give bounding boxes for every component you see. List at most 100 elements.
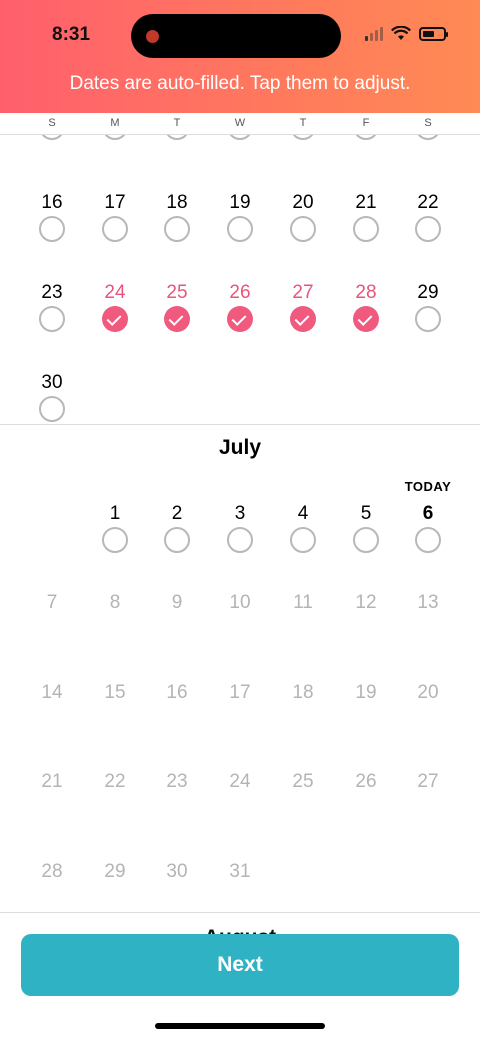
day-number: 3 (234, 503, 246, 524)
day-checkbox[interactable] (353, 216, 379, 242)
weekday-label: M (110, 117, 120, 129)
day-cell-disabled: 7 (22, 592, 82, 614)
day-cell-disabled: 17 (210, 682, 270, 704)
header: 8:31 Dates are auto-filled. Tap them to … (0, 0, 480, 113)
day-number: 9 (171, 592, 183, 613)
weekday-label: W (234, 117, 246, 129)
day-cell[interactable]: 18 (147, 192, 207, 242)
day-number: 21 (355, 192, 377, 213)
checkmark-icon[interactable] (353, 306, 379, 332)
day-cell-disabled: 19 (336, 682, 396, 704)
day-number: 16 (41, 192, 63, 213)
checkmark-icon[interactable] (102, 306, 128, 332)
day-number: 26 (229, 282, 251, 303)
day-cell[interactable]: 1 (85, 503, 145, 553)
day-number: 17 (229, 682, 251, 703)
day-checkbox[interactable] (290, 216, 316, 242)
day-cell-disabled: 8 (85, 592, 145, 614)
day-number: 29 (417, 282, 439, 303)
day-cell[interactable]: 23 (22, 282, 82, 332)
day-number: 6 (422, 503, 434, 524)
day-cell[interactable]: 3 (210, 503, 270, 553)
day-number: 25 (292, 771, 314, 792)
day-cell-selected[interactable]: 26 (210, 282, 270, 332)
checkmark-icon[interactable] (164, 306, 190, 332)
day-number: 10 (229, 592, 251, 613)
day-cell[interactable]: 29 (398, 282, 458, 332)
day-checkbox[interactable] (227, 216, 253, 242)
day-checkbox[interactable] (227, 527, 253, 553)
day-checkbox[interactable] (102, 527, 128, 553)
day-checkbox[interactable] (290, 527, 316, 553)
day-cell-disabled: 31 (210, 861, 270, 883)
weekday-label: F (362, 117, 370, 129)
day-cell-disabled: 27 (398, 771, 458, 793)
next-button[interactable]: Next (21, 934, 459, 996)
day-number: 20 (292, 192, 314, 213)
day-checkbox[interactable] (415, 216, 441, 242)
weekday-header: S M T W T F S (0, 113, 480, 135)
day-cell-selected[interactable]: 28 (336, 282, 396, 332)
day-cell-selected[interactable]: 27 (273, 282, 333, 332)
day-number: 18 (166, 192, 188, 213)
day-checkbox[interactable] (39, 396, 65, 422)
checkmark-icon[interactable] (290, 306, 316, 332)
day-cell[interactable]: 19 (210, 192, 270, 242)
day-cell[interactable]: 4 (273, 503, 333, 553)
day-cell-selected[interactable]: 24 (85, 282, 145, 332)
day-cell[interactable]: 17 (85, 192, 145, 242)
month-divider (0, 424, 480, 425)
day-cell-disabled: 9 (147, 592, 207, 614)
day-number: 19 (355, 682, 377, 703)
checkmark-icon[interactable] (227, 306, 253, 332)
day-checkbox[interactable] (102, 216, 128, 242)
status-icons (365, 26, 448, 41)
day-cell-disabled: 14 (22, 682, 82, 704)
day-number: 30 (41, 372, 63, 393)
day-cell-disabled: 24 (210, 771, 270, 793)
day-cell-disabled: 16 (147, 682, 207, 704)
day-number: 24 (104, 282, 126, 303)
day-cell-today[interactable]: 6 (398, 503, 458, 553)
day-cell-disabled: 11 (273, 592, 333, 614)
day-checkbox[interactable] (415, 306, 441, 332)
month-divider (0, 912, 480, 913)
recording-indicator-icon (146, 30, 159, 43)
day-cell-disabled: 12 (336, 592, 396, 614)
day-cell-selected[interactable]: 25 (147, 282, 207, 332)
wifi-icon (391, 26, 411, 40)
day-checkbox[interactable] (415, 527, 441, 553)
day-cell[interactable]: 22 (398, 192, 458, 242)
day-cell[interactable]: 20 (273, 192, 333, 242)
day-number: 20 (417, 682, 439, 703)
day-cell[interactable]: 2 (147, 503, 207, 553)
day-checkbox[interactable] (164, 216, 190, 242)
weekday-label: S (424, 117, 432, 129)
day-cell-disabled: 30 (147, 861, 207, 883)
day-number: 22 (417, 192, 439, 213)
day-cell[interactable]: 5 (336, 503, 396, 553)
day-number: 29 (104, 861, 126, 882)
day-cell-disabled: 26 (336, 771, 396, 793)
home-indicator (155, 1023, 325, 1029)
day-cell-disabled: 21 (22, 771, 82, 793)
day-cell-disabled: 23 (147, 771, 207, 793)
day-cell[interactable]: 16 (22, 192, 82, 242)
day-number: 4 (297, 503, 309, 524)
day-number: 15 (104, 682, 126, 703)
day-cell-disabled: 13 (398, 592, 458, 614)
day-number: 25 (166, 282, 188, 303)
day-checkbox[interactable] (353, 527, 379, 553)
day-checkbox[interactable] (164, 527, 190, 553)
day-cell-disabled: 20 (398, 682, 458, 704)
day-cell-disabled: 15 (85, 682, 145, 704)
status-time: 8:31 (52, 24, 91, 45)
day-number: 8 (109, 592, 121, 613)
month-title: July (218, 436, 262, 459)
day-number: 31 (229, 861, 251, 882)
day-cell[interactable]: 30 (22, 372, 82, 422)
day-checkbox[interactable] (39, 306, 65, 332)
day-number: 19 (229, 192, 251, 213)
day-checkbox[interactable] (39, 216, 65, 242)
day-cell[interactable]: 21 (336, 192, 396, 242)
